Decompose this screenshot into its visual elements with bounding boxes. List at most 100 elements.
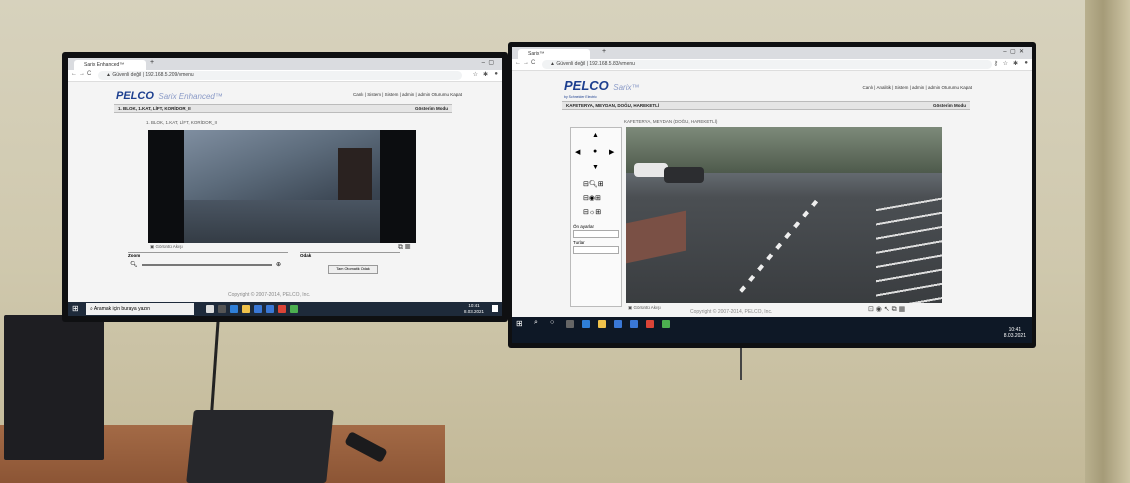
task-view-icon[interactable] (206, 305, 214, 313)
url-security: Güvenli değil (112, 72, 142, 78)
focus-label: Odak (300, 253, 312, 258)
url-field[interactable]: ▲ Güvenli değil | 192.168.5.83/vmenu (542, 60, 992, 69)
chrome-icon[interactable] (278, 305, 286, 313)
notification-icon[interactable] (492, 305, 498, 312)
zoom-controls[interactable]: ⊟🔍︎⊞ (583, 180, 604, 188)
pelco-logo: PELCO (564, 78, 609, 93)
profile-icon[interactable]: ● (494, 71, 498, 77)
tab-title: Sarix™ (528, 51, 545, 57)
browser-tab[interactable]: Sarix Enhanced™ (74, 60, 146, 70)
pan-up-icon[interactable]: ▲ (592, 132, 599, 139)
file-explorer-icon[interactable] (242, 305, 250, 313)
ptz-panel: ▲ ◀ ● ▶ ▼ ⊟🔍︎⊞ ⊟◉⊞ ⊟☼⊞ Ön ayarlar Turlar (570, 127, 622, 307)
back-icon[interactable]: ← (515, 60, 521, 66)
zoom-in-icon[interactable]: ⊕ (276, 261, 281, 268)
search-placeholder: Aramak için buraya yazın (93, 306, 151, 312)
product-name: Sarix™ (613, 83, 640, 92)
view-mode-label[interactable]: Gösterim Modu (415, 106, 448, 111)
app-icon[interactable] (290, 305, 298, 313)
breadcrumb-bar: 1. BLOK, 1.KAT, LİFT, KORİDOR_II Gösteri… (114, 104, 452, 113)
left-screen: Sarix Enhanced™ + – ▢ ← → C ▲ Güvenli de… (68, 58, 502, 316)
edge-icon[interactable] (230, 305, 238, 313)
top-nav-links[interactable]: Canlı | Analitik | Sistem | admin | admi… (863, 85, 972, 90)
iris-controls[interactable]: ⊟☼⊞ (583, 208, 601, 216)
file-explorer-icon[interactable] (598, 320, 606, 328)
url-text: 192.168.5.209/vmenu (145, 72, 194, 78)
chrome-icon[interactable] (646, 320, 654, 328)
new-tab-icon[interactable]: + (602, 48, 606, 55)
presets-label: Ön ayarlar (573, 224, 595, 229)
window-controls[interactable]: – ▢ ✕ (1003, 48, 1024, 55)
feed-tools-icon[interactable]: ⊡ ◉ ↖ ⧉ ▦ (868, 305, 905, 314)
windows-start-icon[interactable]: ⊞ (516, 319, 523, 328)
app-icon[interactable] (662, 320, 670, 328)
fullscreen-icon[interactable]: ⧉ ▦ (398, 244, 410, 252)
widget-icon[interactable] (218, 305, 226, 313)
copyright: Copyright © 2007-2014, PELCO, Inc. (228, 292, 311, 298)
profile-icon[interactable]: ● (1024, 60, 1028, 66)
zoom-slider[interactable] (142, 264, 272, 266)
reload-icon[interactable]: C (87, 71, 91, 77)
zoom-panel: Zoom 🔍︎ ⊕ (128, 252, 288, 287)
taskbar-search[interactable]: ⌕ Aramak için buraya yazın (86, 303, 194, 315)
widget-icon[interactable] (566, 320, 574, 328)
clock[interactable]: 10:41 8.03.2021 (1004, 327, 1026, 339)
browser-tab-bar: Sarix™ + – ▢ ✕ (512, 47, 1032, 59)
breadcrumb: 1. BLOK, 1.KAT, LİFT, KORİDOR_II (118, 106, 191, 111)
presets-select[interactable] (573, 230, 619, 238)
forward-icon[interactable]: → (523, 60, 529, 66)
zoom-out-icon[interactable]: 🔍︎ (130, 261, 138, 268)
pan-right-icon[interactable]: ▶ (609, 148, 614, 156)
top-nav-links[interactable]: Canlı | Sistem | Sistem | admin | admin … (353, 92, 462, 97)
parked-car-white (634, 163, 668, 177)
camera-feed[interactable] (148, 130, 416, 243)
browser-tab-bar: Sarix Enhanced™ + – ▢ (68, 58, 502, 70)
copyright: Copyright © 2007-2014, PELCO, Inc. (690, 309, 773, 315)
breadcrumb: KAFETERYA, MEYDAN, DOĞU, HAREKETLİ (566, 103, 660, 108)
address-bar: ← → C ▲ Güvenli değil | 192.168.5.83/vme… (512, 59, 1032, 71)
browser-tab[interactable]: Sarix™ (518, 49, 590, 59)
extensions-icon[interactable]: ✱ (1013, 60, 1018, 67)
tours-select[interactable] (573, 246, 619, 254)
door-frame (1085, 0, 1130, 483)
window-controls[interactable]: – ▢ (482, 59, 494, 66)
url-security: Güvenli değil (556, 61, 586, 67)
star-icon[interactable]: ☆ (1003, 60, 1008, 67)
focus-panel: Odak Tam Otomatik Odak (300, 252, 400, 287)
edge-icon[interactable] (582, 320, 590, 328)
tours-label: Turlar (573, 240, 585, 245)
search-icon[interactable]: ⌕ (534, 319, 538, 327)
url-field[interactable]: ▲ Güvenli değil | 192.168.5.209/vmenu (98, 71, 462, 80)
snapshot-label: Görüntü Akışı (633, 305, 661, 310)
computer-case (4, 315, 104, 460)
back-icon[interactable]: ← (71, 71, 77, 77)
brand-subtitle: by Schneider Electric (564, 95, 597, 99)
snapshot-control[interactable]: ▣ Görüntü Akışı (628, 305, 661, 311)
parked-car-dark (664, 167, 704, 183)
new-tab-icon[interactable]: + (150, 59, 154, 66)
mail-icon[interactable] (630, 320, 638, 328)
reload-icon[interactable]: C (531, 60, 535, 66)
snapshot-control[interactable]: ▣ Görüntü Akışı (150, 244, 183, 250)
camera-caption: 1. BLOK, 1.KAT, LİFT, KORİDOR_II (146, 120, 217, 125)
pan-home-icon[interactable]: ● (593, 148, 597, 155)
key-icon[interactable]: ⚷ (994, 60, 998, 67)
auto-focus-button[interactable]: Tam Otomatik Odak (328, 265, 378, 274)
extensions-icon[interactable]: ✱ (483, 71, 488, 78)
mail-icon[interactable] (266, 305, 274, 313)
focus-controls[interactable]: ⊟◉⊞ (583, 194, 601, 202)
task-view-icon[interactable]: ○ (550, 319, 554, 326)
pelco-logo: PELCO (116, 90, 154, 102)
zoom-label: Zoom (128, 253, 141, 258)
store-icon[interactable] (254, 305, 262, 313)
star-icon[interactable]: ☆ (473, 71, 478, 78)
windows-start-icon[interactable]: ⊞ (72, 304, 79, 313)
store-icon[interactable] (614, 320, 622, 328)
clock[interactable]: 10:41 8.03.2021 (464, 303, 484, 315)
view-mode-label[interactable]: Gösterim Modu (933, 103, 966, 108)
pan-down-icon[interactable]: ▼ (592, 164, 599, 171)
camera-feed[interactable] (626, 127, 942, 303)
parking-lines (876, 197, 942, 303)
forward-icon[interactable]: → (79, 71, 85, 77)
pan-left-icon[interactable]: ◀ (575, 148, 580, 156)
